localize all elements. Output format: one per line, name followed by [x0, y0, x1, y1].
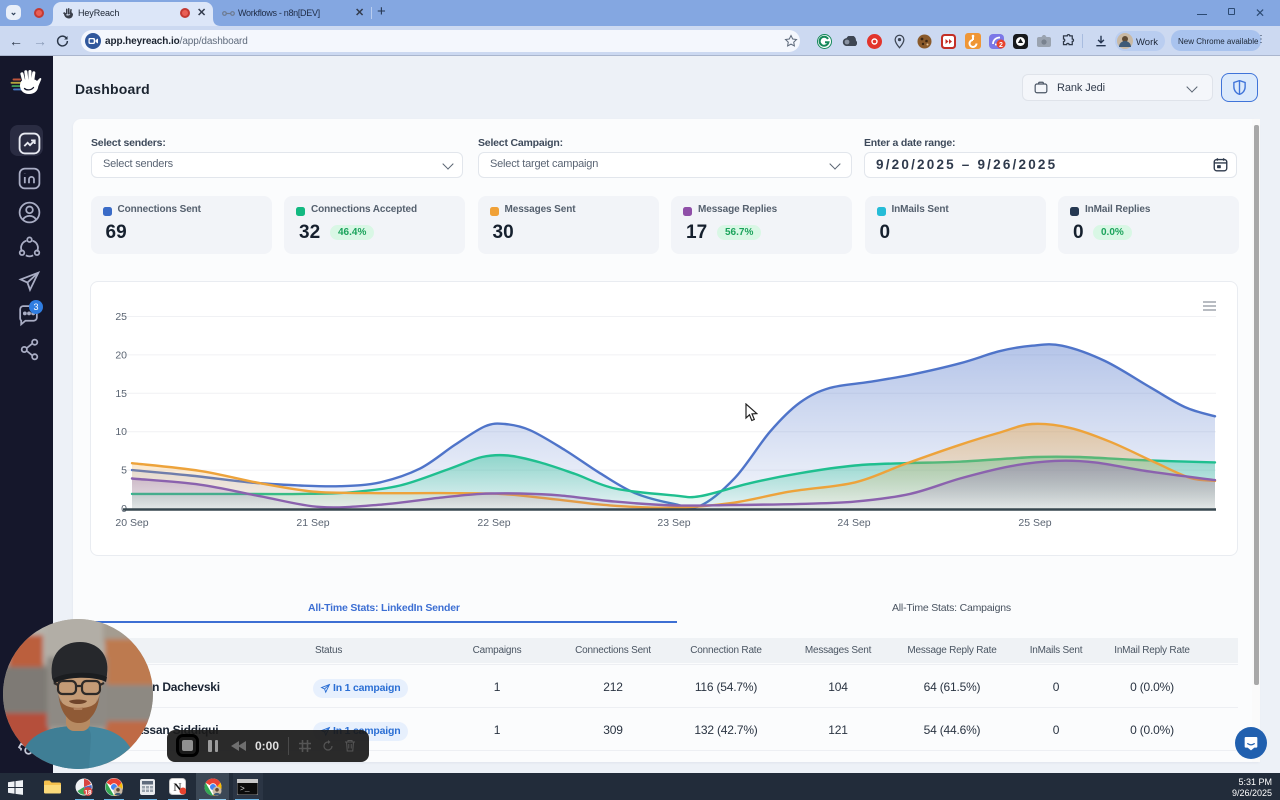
svg-text:15: 15: [115, 388, 127, 400]
svg-text:10: 10: [115, 426, 127, 438]
svg-text:25 Sep: 25 Sep: [1018, 517, 1051, 529]
svg-text:25: 25: [115, 311, 127, 323]
svg-text:5: 5: [121, 465, 127, 477]
svg-text:20: 20: [115, 349, 127, 361]
svg-text:18: 18: [84, 790, 92, 797]
svg-text:24 Sep: 24 Sep: [837, 517, 870, 529]
svg-text:>_: >_: [240, 785, 250, 794]
svg-text:22 Sep: 22 Sep: [477, 517, 510, 529]
svg-text:23 Sep: 23 Sep: [657, 517, 690, 529]
svg-text:20 Sep: 20 Sep: [115, 517, 148, 529]
svg-text:21 Sep: 21 Sep: [296, 517, 329, 529]
